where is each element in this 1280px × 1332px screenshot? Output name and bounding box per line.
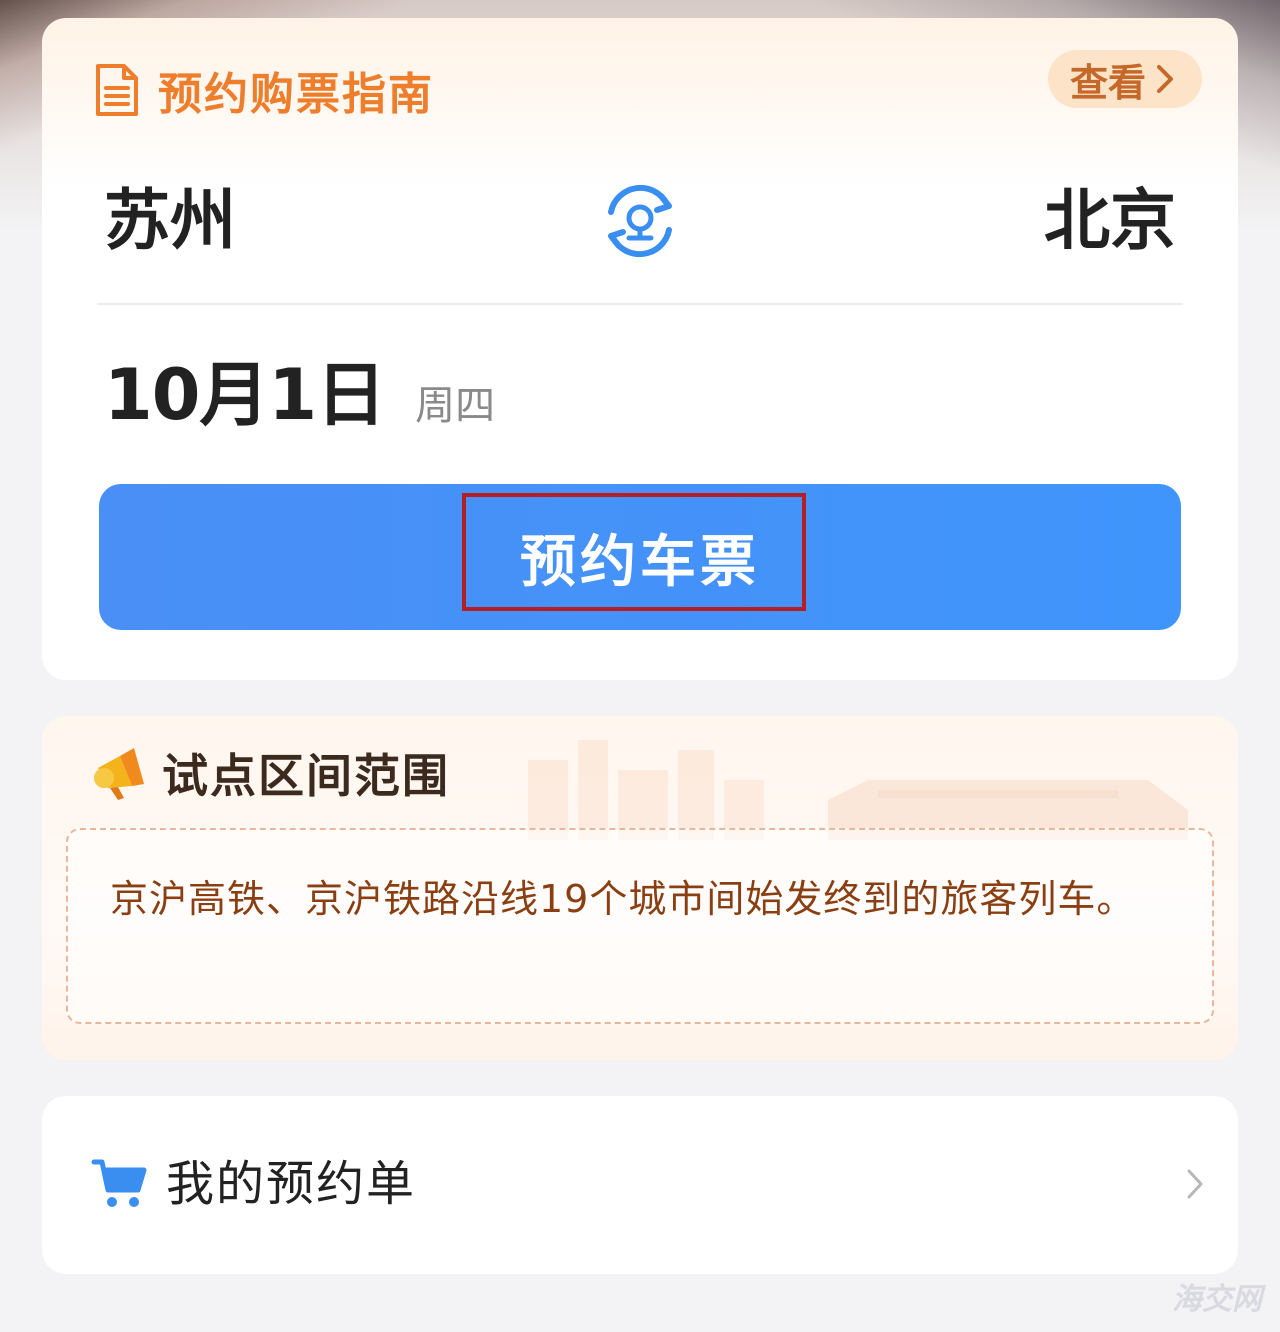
cart-icon xyxy=(91,1159,147,1207)
booking-guide[interactable]: 预约购票指南 xyxy=(94,60,434,120)
view-label: 查看 xyxy=(1069,60,1146,105)
pilot-title: 试点区间范围 xyxy=(162,749,450,803)
my-orders-label: 我的预约单 xyxy=(166,1156,417,1212)
megaphone-icon xyxy=(94,748,144,800)
departure-station[interactable]: 苏州 xyxy=(104,176,236,266)
my-orders-row[interactable]: 我的预约单 xyxy=(42,1096,1238,1274)
divider xyxy=(97,303,1183,305)
pilot-title-row: 试点区间范围 xyxy=(90,738,450,808)
booking-card: 预约购票指南 查看 苏州 北京 10月1日 周四 预约车票 xyxy=(42,18,1238,680)
guide-title: 预约购票指南 xyxy=(158,69,434,120)
chevron-right-icon xyxy=(1187,1169,1203,1199)
railway-swap-icon[interactable] xyxy=(597,178,683,264)
watermark: 海交网 xyxy=(1172,1282,1262,1317)
document-icon xyxy=(96,64,138,116)
pilot-description: 京沪高铁、京沪铁路沿线19个城市间始发终到的旅客列车。 xyxy=(110,877,1136,921)
view-guide-button[interactable]: 查看 xyxy=(1047,50,1202,108)
route-selector: 苏州 北京 xyxy=(104,176,1176,266)
travel-date: 10月1日 xyxy=(104,354,386,436)
pilot-section-card: 试点区间范围 京沪高铁、京沪铁路沿线19个城市间始发终到的旅客列车。 xyxy=(42,716,1238,1060)
chevron-right-icon xyxy=(1157,65,1173,93)
reserve-ticket-button[interactable]: 预约车票 xyxy=(99,484,1181,630)
pilot-description-box: 京沪高铁、京沪铁路沿线19个城市间始发终到的旅客列车。 xyxy=(66,828,1214,1024)
date-selector[interactable]: 10月1日 周四 xyxy=(104,350,495,440)
reserve-ticket-label: 预约车票 xyxy=(520,529,760,595)
booking-page: 预约购票指南 查看 苏州 北京 10月1日 周四 预约车票 试点区间范围 京沪高… xyxy=(0,0,1280,1332)
skyline-illustration xyxy=(528,740,1188,840)
travel-weekday: 周四 xyxy=(415,383,496,429)
arrival-station[interactable]: 北京 xyxy=(1044,176,1176,266)
